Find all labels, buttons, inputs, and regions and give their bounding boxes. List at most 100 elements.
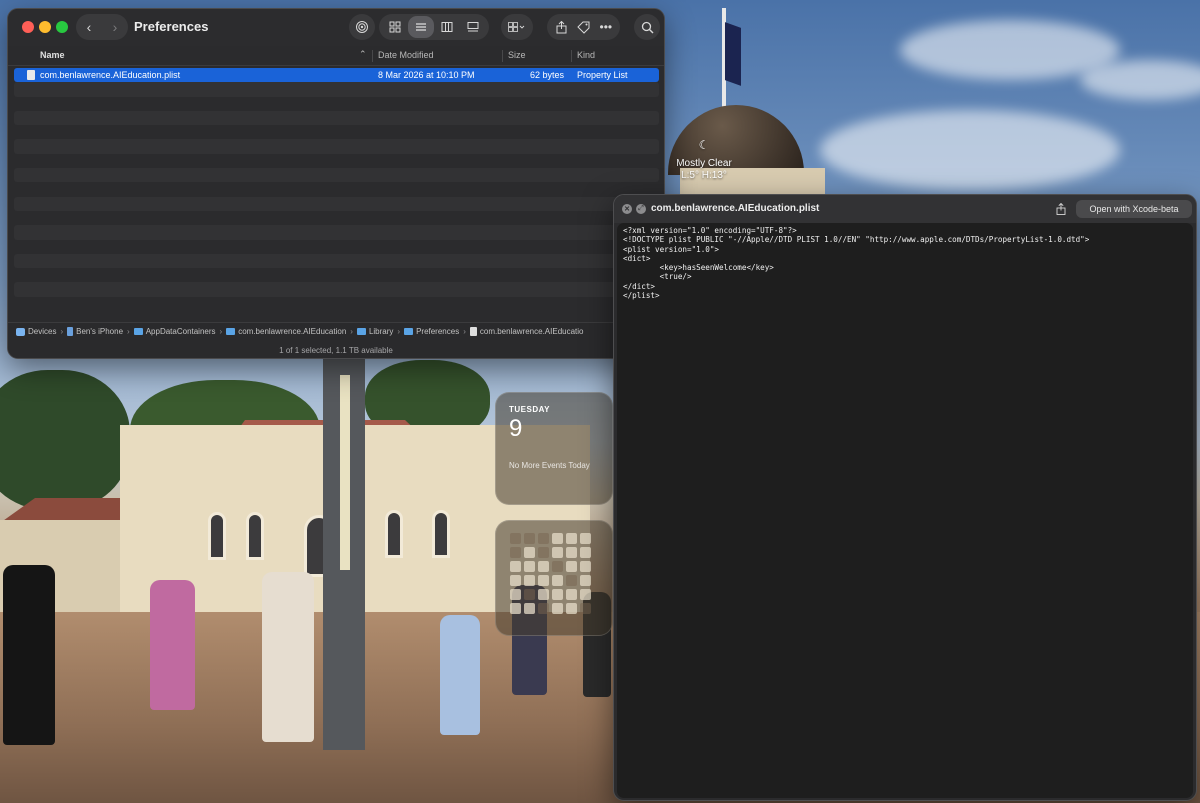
plist-content[interactable]: <?xml version="1.0" encoding="UTF-8"?> <…: [617, 223, 1193, 798]
airdrop-icon[interactable]: [349, 14, 375, 40]
empty-row: [14, 297, 659, 311]
grid-widget-cell: [552, 589, 563, 600]
grid-widget-cell: [580, 575, 591, 586]
grid-widget-cell: [524, 533, 535, 544]
grid-widget-cell: [510, 589, 521, 600]
search-icon[interactable]: [634, 14, 660, 40]
grid-widget-cell: [524, 589, 535, 600]
path-item-preferences[interactable]: Preferences: [404, 327, 459, 336]
calendar-date: 9: [509, 415, 523, 442]
column-header-kind[interactable]: Kind: [577, 50, 595, 60]
grid-widget-cell: [538, 575, 549, 586]
file-name: com.benlawrence.AIEducation.plist: [40, 70, 181, 80]
grid-widget-cell: [510, 575, 521, 586]
grid-widget-cell: [552, 547, 563, 558]
file-kind: Property List: [577, 70, 628, 80]
icon-grid-view-icon[interactable]: [382, 16, 408, 38]
grid-widget-cell: [538, 533, 549, 544]
grid-widget-cell: [566, 589, 577, 600]
path-item-app-container[interactable]: com.benlawrence.AIEducation: [226, 327, 346, 336]
grid-widget-cell: [552, 575, 563, 586]
grid-widget-cell: [566, 533, 577, 544]
chevron-right-icon[interactable]: ›: [102, 14, 128, 40]
share-icon[interactable]: [1053, 201, 1069, 217]
path-item-devices[interactable]: Devices: [16, 327, 56, 336]
empty-row: [14, 211, 659, 225]
devices-icon: [16, 327, 25, 336]
file-size: 62 bytes: [530, 70, 565, 80]
fullscreen-icon[interactable]: ⤢: [636, 204, 646, 214]
calendar-events-text: No More Events Today: [509, 461, 590, 470]
chevron-left-icon[interactable]: ‹: [76, 14, 102, 40]
column-header-date[interactable]: Date Modified: [378, 50, 434, 60]
grid-widget-cell: [580, 533, 591, 544]
quicklook-window: ✕ ⤢ com.benlawrence.AIEducation.plist Op…: [613, 194, 1197, 801]
file-date-modified: 8 Mar 2026 at 10:10 PM: [378, 70, 475, 80]
grid-widget-cell: [538, 589, 549, 600]
grid-widget-cell: [524, 603, 535, 614]
zoom-window-button[interactable]: [56, 21, 68, 33]
grid-widget-cell: [538, 603, 549, 614]
quicklook-titlebar: ✕ ⤢ com.benlawrence.AIEducation.plist Op…: [614, 195, 1196, 223]
grid-widget-cell: [510, 603, 521, 614]
grid-widget-cell: [580, 561, 591, 572]
finder-toolbar: ‹ › Preferences •••: [8, 9, 664, 46]
path-item-library[interactable]: Library: [356, 327, 393, 336]
grid-widget[interactable]: [495, 520, 613, 636]
empty-row: [14, 110, 659, 126]
column-view-icon[interactable]: [434, 16, 460, 38]
column-header-name[interactable]: Name: [40, 50, 65, 60]
status-bar: 1 of 1 selected, 1.1 TB available: [8, 340, 664, 358]
empty-row: [14, 168, 659, 183]
open-with-xcode-button[interactable]: Open with Xcode-beta: [1076, 200, 1192, 218]
file-list: com.benlawrence.AIEducation.plist 8 Mar …: [14, 68, 659, 311]
empty-row: [14, 268, 659, 282]
path-item-iphone[interactable]: Ben's iPhone: [67, 327, 123, 336]
weather-condition: Mostly Clear: [676, 158, 732, 169]
grid-widget-cell: [566, 603, 577, 614]
grid-widget-cell: [566, 547, 577, 558]
folder-icon: [133, 328, 143, 335]
folder-icon: [356, 328, 366, 335]
grid-widget-cells: [510, 533, 598, 614]
gallery-view-icon[interactable]: [460, 16, 486, 38]
folder-icon: [226, 328, 236, 335]
weather-widget[interactable]: ☾ Mostly Clear L:5° H:13°: [665, 138, 743, 181]
grid-widget-cell: [566, 561, 577, 572]
group-by-icon[interactable]: [501, 14, 533, 40]
tag-icon[interactable]: [572, 16, 594, 38]
empty-row: [14, 82, 659, 97]
grid-widget-cell: [580, 589, 591, 600]
minimize-window-button[interactable]: [39, 21, 51, 33]
grid-widget-cell: [538, 547, 549, 558]
file-row[interactable]: com.benlawrence.AIEducation.plist 8 Mar …: [14, 68, 659, 83]
grid-widget-cell: [552, 561, 563, 572]
close-icon[interactable]: ✕: [622, 204, 632, 214]
action-buttons: •••: [547, 14, 620, 40]
calendar-widget[interactable]: TUESDAY 9 No More Events Today: [495, 392, 613, 505]
grid-widget-cell: [524, 561, 535, 572]
empty-row: [14, 225, 659, 240]
column-header-size[interactable]: Size: [508, 50, 526, 60]
document-icon: [27, 70, 35, 80]
path-item-appdatacontainers[interactable]: AppDataContainers: [133, 327, 216, 336]
grid-widget-cell: [552, 533, 563, 544]
grid-widget-cell: [580, 603, 591, 614]
close-window-button[interactable]: [22, 21, 34, 33]
share-icon[interactable]: [550, 16, 572, 38]
grid-widget-cell: [566, 575, 577, 586]
window-title: Preferences: [134, 19, 209, 34]
grid-widget-cell: [510, 533, 521, 544]
column-header: Name ⌃ Date Modified Size Kind: [8, 46, 664, 66]
empty-row: [14, 125, 659, 139]
grid-widget-cell: [538, 561, 549, 572]
navigation-buttons: ‹ ›: [76, 14, 128, 40]
path-bar: Devices › Ben's iPhone › AppDataContainers…: [8, 322, 664, 340]
finder-window: ‹ › Preferences ••• Name ⌃ Date Modified…: [7, 8, 665, 359]
sort-ascending-icon: ⌃: [359, 49, 367, 59]
path-item-plist[interactable]: com.benlawrence.AIEducatio: [469, 327, 584, 336]
moon-icon: ☾: [698, 138, 710, 152]
grid-widget-cell: [552, 603, 563, 614]
ellipsis-icon[interactable]: •••: [595, 16, 617, 38]
list-view-icon[interactable]: [408, 16, 434, 38]
